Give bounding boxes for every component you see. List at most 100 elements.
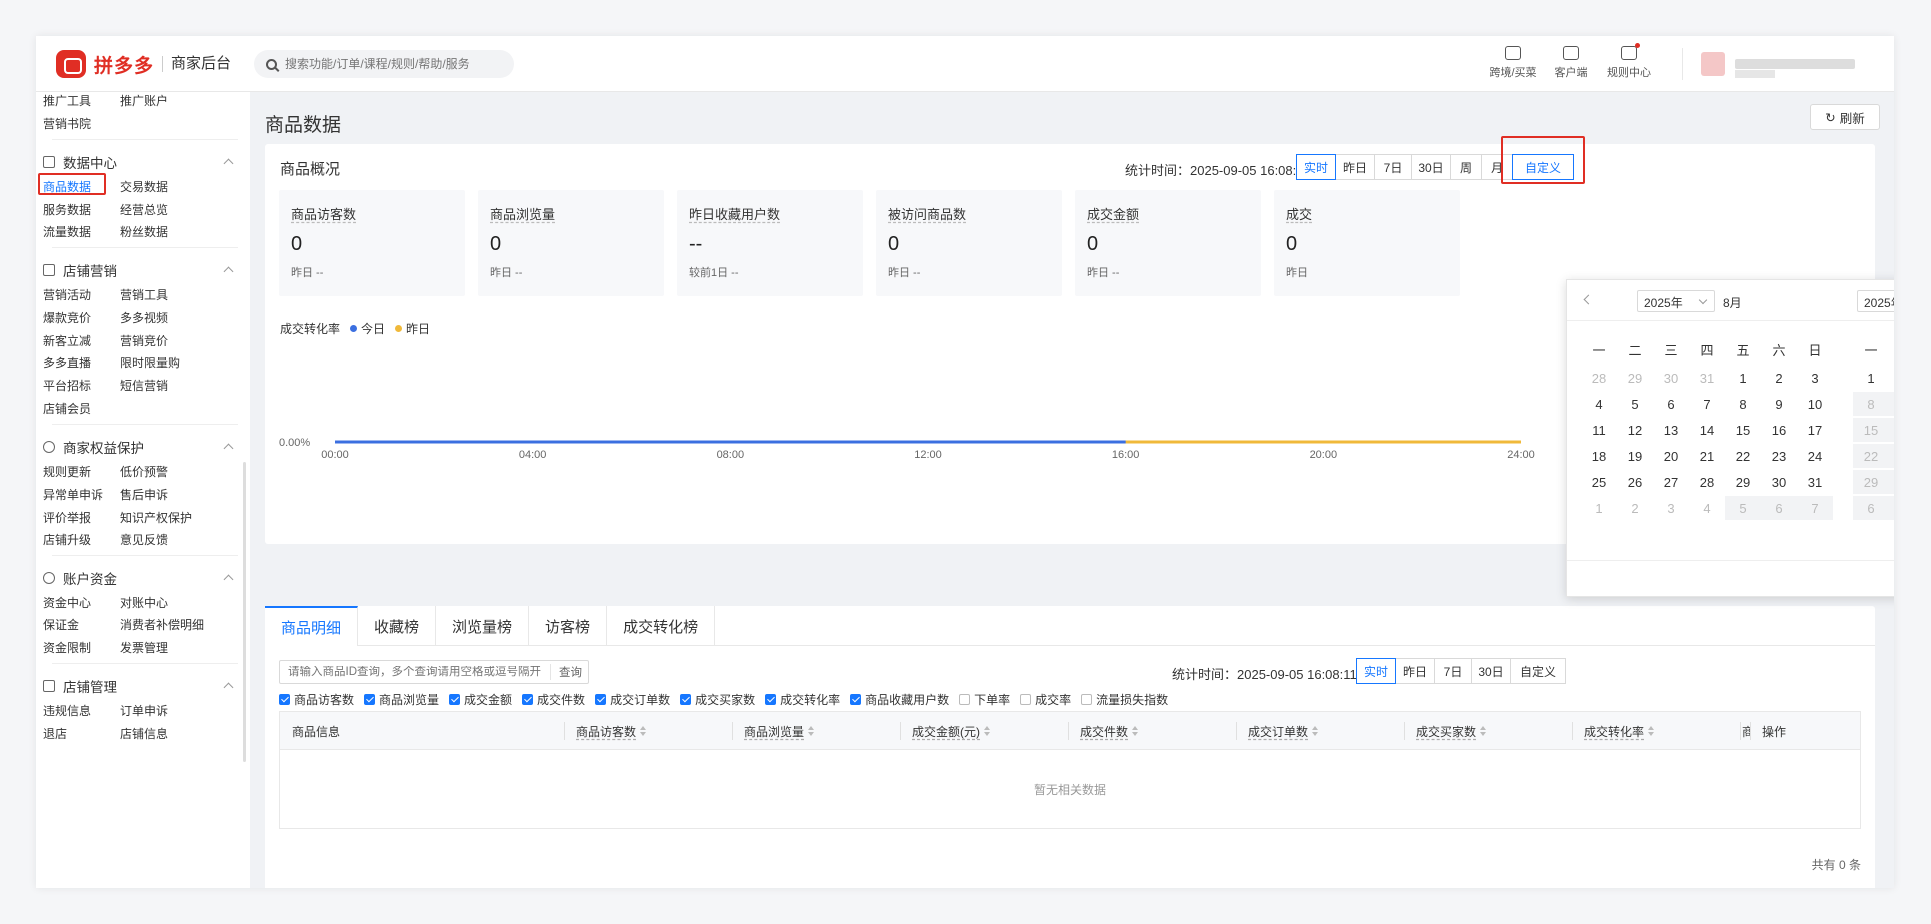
metric-checkbox[interactable]: 商品访客数 [279, 691, 354, 708]
sidebar-item[interactable]: 保证金 [43, 616, 79, 633]
sidebar-item[interactable]: 营销工具 [120, 286, 168, 303]
sort-icon[interactable] [1312, 726, 1319, 736]
range-realtime[interactable]: 实时 [1356, 658, 1396, 684]
calendar-day[interactable]: 31 [1689, 366, 1725, 390]
sidebar-item[interactable]: 知识产权保护 [120, 509, 192, 526]
global-search[interactable] [254, 50, 514, 78]
metric-checkbox[interactable]: 成交订单数 [595, 691, 670, 708]
calendar-day[interactable]: 20 [1653, 444, 1689, 468]
sidebar-item[interactable]: 平台招标 [43, 377, 91, 394]
calendar-day[interactable]: 23 [1761, 444, 1797, 468]
product-id-input[interactable] [280, 666, 550, 678]
calendar-day[interactable]: 2 [1761, 366, 1797, 390]
sidebar-item[interactable]: 低价预警 [120, 463, 168, 480]
calendar-day[interactable]: 3 [1797, 366, 1833, 390]
sidebar-item-promo-account[interactable]: 推广账户 [120, 92, 168, 109]
search-input[interactable] [285, 57, 495, 71]
metric-card[interactable]: 商品浏览量 0 昨日 -- [478, 190, 664, 296]
calendar-day[interactable]: 30 [1653, 366, 1689, 390]
sort-icon[interactable] [984, 726, 990, 736]
calendar-day[interactable]: 1 [1581, 496, 1617, 520]
prev-month-icon[interactable] [1583, 294, 1594, 305]
calendar-day[interactable]: 1 [1853, 366, 1889, 390]
sidebar-item-academy[interactable]: 营销书院 [43, 115, 91, 132]
sidebar-item[interactable]: 店铺升级 [43, 531, 91, 548]
sidebar-item[interactable]: 限时限量购 [120, 354, 180, 371]
sidebar-item[interactable]: 营销竞价 [120, 332, 168, 349]
sidebar-item[interactable]: 订单申诉 [120, 702, 168, 719]
year-select[interactable]: 2025年 [1857, 290, 1894, 312]
calendar-day[interactable]: 13 [1653, 418, 1689, 442]
menu-group-data-center[interactable]: 数据中心 [43, 152, 117, 172]
sidebar-item[interactable]: 资金中心 [43, 594, 91, 611]
sidebar-item[interactable]: 异常单申诉 [43, 486, 103, 503]
calendar-day[interactable]: 17 [1797, 418, 1833, 442]
calendar-day[interactable]: 2 [1889, 366, 1894, 390]
range-7d[interactable]: 7日 [1434, 658, 1472, 684]
metric-checkbox[interactable]: 成交率 [1020, 691, 1071, 708]
sidebar-item[interactable]: 评价举报 [43, 509, 91, 526]
calendar-day[interactable]: 24 [1797, 444, 1833, 468]
calendar-day[interactable]: 11 [1581, 418, 1617, 442]
tab-conversion[interactable]: 成交转化榜 [607, 606, 716, 646]
menu-group-marketing[interactable]: 店铺营销 [43, 260, 117, 280]
range-yesterday[interactable]: 昨日 [1395, 658, 1435, 684]
range-realtime[interactable]: 实时 [1296, 154, 1336, 180]
sidebar-item[interactable]: 爆款竞价 [43, 309, 91, 326]
sidebar-item-overview[interactable]: 经营总览 [120, 201, 168, 218]
sidebar-item-traffic-data[interactable]: 流量数据 [43, 223, 91, 240]
range-yesterday[interactable]: 昨日 [1335, 154, 1375, 180]
range-custom[interactable]: 自定义 [1510, 658, 1566, 684]
calendar-day[interactable]: 28 [1581, 366, 1617, 390]
calendar-day[interactable]: 21 [1689, 444, 1725, 468]
sort-icon[interactable] [1648, 726, 1655, 736]
tab-visitors[interactable]: 访客榜 [529, 606, 608, 646]
calendar-day[interactable]: 15 [1725, 418, 1761, 442]
tool-client[interactable]: 客户端 [1542, 44, 1600, 80]
menu-group-shop-manage[interactable]: 店铺管理 [43, 676, 117, 696]
sidebar-item[interactable]: 意见反馈 [120, 531, 168, 548]
sidebar-item-fans-data[interactable]: 粉丝数据 [120, 223, 168, 240]
metric-card[interactable]: 被访问商品数 0 昨日 -- [876, 190, 1062, 296]
metric-checkbox[interactable]: 成交件数 [522, 691, 585, 708]
sidebar-item[interactable]: 规则更新 [43, 463, 91, 480]
calendar-day[interactable]: 27 [1653, 470, 1689, 494]
calendar-day[interactable]: 7 [1689, 392, 1725, 416]
legend-yesterday[interactable]: 昨日 [406, 320, 430, 337]
calendar-day[interactable]: 14 [1689, 418, 1725, 442]
calendar-day[interactable]: 30 [1761, 470, 1797, 494]
calendar-day[interactable]: 25 [1581, 470, 1617, 494]
sidebar-item[interactable]: 多多视频 [120, 309, 168, 326]
tool-cross-border[interactable]: 跨境/买菜 [1484, 44, 1542, 80]
chevron-up-icon[interactable] [223, 266, 234, 277]
calendar-day[interactable]: 10 [1797, 392, 1833, 416]
column-header[interactable]: 成交买家数 [1404, 712, 1572, 750]
column-header[interactable]: 商品浏览量 [732, 712, 900, 750]
calendar-day[interactable]: 26 [1617, 470, 1653, 494]
sidebar-item[interactable]: 营销活动 [43, 286, 91, 303]
calendar-day[interactable]: 9 [1761, 392, 1797, 416]
refresh-button[interactable]: ↻ 刷新 [1810, 104, 1880, 130]
tab-favorites[interactable]: 收藏榜 [358, 606, 437, 646]
sidebar-item-promo-tools[interactable]: 推广工具 [43, 92, 91, 109]
sort-icon[interactable] [808, 726, 815, 736]
sidebar-item[interactable]: 退店 [43, 725, 67, 742]
range-7d[interactable]: 7日 [1374, 154, 1412, 180]
sort-icon[interactable] [640, 726, 647, 736]
column-header[interactable]: 成交件数 [1068, 712, 1236, 750]
calendar-day[interactable]: 1 [1725, 366, 1761, 390]
metric-card[interactable]: 成交金额 0 昨日 -- [1075, 190, 1261, 296]
metric-checkbox[interactable]: 流量损失指数 [1081, 691, 1168, 708]
metric-checkbox[interactable]: 下单率 [959, 691, 1010, 708]
calendar-day[interactable]: 31 [1797, 470, 1833, 494]
metric-checkbox[interactable]: 商品收藏用户数 [850, 691, 949, 708]
sidebar-item[interactable]: 店铺信息 [120, 725, 168, 742]
range-30d[interactable]: 30日 [1471, 658, 1511, 684]
column-header[interactable]: 成交订单数 [1236, 712, 1404, 750]
menu-group-protection[interactable]: 商家权益保护 [43, 437, 144, 457]
column-header[interactable]: 成交转化率 [1572, 712, 1740, 750]
calendar-day[interactable]: 12 [1617, 418, 1653, 442]
calendar-day[interactable]: 22 [1725, 444, 1761, 468]
calendar-day[interactable]: 5 [1617, 392, 1653, 416]
user-menu[interactable] [1682, 48, 1882, 80]
